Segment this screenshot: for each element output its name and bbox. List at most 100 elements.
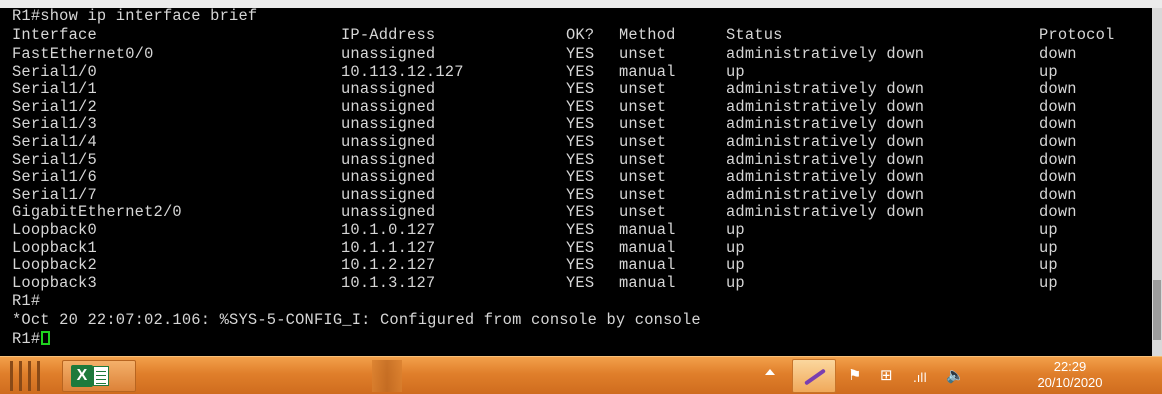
cell-method: manual bbox=[619, 62, 676, 81]
log-message: *Oct 20 22:07:02.106: %SYS-5-CONFIG_I: C… bbox=[12, 311, 701, 329]
cell-status: administratively down bbox=[726, 150, 925, 169]
cell-ok: YES bbox=[566, 150, 595, 169]
taskbar-grip[interactable] bbox=[6, 361, 48, 391]
cell-protocol: up bbox=[1039, 273, 1058, 292]
cell-protocol: down bbox=[1039, 115, 1077, 134]
cell-interface: Serial1/6 bbox=[12, 168, 97, 187]
terminal-scrollbar[interactable] bbox=[1152, 8, 1162, 356]
cell-ok: YES bbox=[566, 256, 595, 275]
cell-method: unset bbox=[619, 45, 667, 63]
cell-ok: YES bbox=[566, 45, 595, 63]
excel-icon: X bbox=[71, 365, 93, 387]
cell-interface: Loopback3 bbox=[12, 273, 97, 292]
cell-ip-address: 10.1.3.127 bbox=[341, 273, 436, 292]
signal-bars-icon[interactable]: .ıll bbox=[913, 369, 927, 387]
cell-ip-address: unassigned bbox=[341, 115, 436, 134]
pen-tray-button[interactable] bbox=[792, 359, 836, 393]
cell-ok: YES bbox=[566, 97, 595, 116]
text-cursor bbox=[41, 331, 51, 345]
cell-protocol: up bbox=[1039, 62, 1058, 81]
cell-protocol: down bbox=[1039, 97, 1077, 116]
cell-ok: YES bbox=[566, 238, 595, 257]
cell-ok: YES bbox=[566, 168, 595, 187]
cell-interface: GigabitEthernet2/0 bbox=[12, 203, 182, 222]
taskbar: X ⚑ ⊞ .ıll 🔈 22:29 20/10/2020 bbox=[0, 356, 1162, 394]
cell-ip-address: 10.1.2.127 bbox=[341, 256, 436, 275]
cell-protocol: down bbox=[1039, 185, 1077, 204]
cell-interface: Serial1/5 bbox=[12, 150, 97, 169]
cell-protocol: down bbox=[1039, 150, 1077, 169]
table-row: Loopback1 10.1.1.127 YES manual up up bbox=[0, 238, 1152, 257]
taskbar-clock[interactable]: 22:29 20/10/2020 bbox=[1020, 359, 1120, 391]
terminal-window[interactable]: R1#show ip interface brief Interface IP-… bbox=[0, 8, 1152, 356]
cell-status: administratively down bbox=[726, 45, 925, 63]
header-protocol: Protocol bbox=[1039, 26, 1115, 44]
cell-protocol: up bbox=[1039, 221, 1058, 239]
cell-ip-address: unassigned bbox=[341, 45, 436, 63]
cell-protocol: down bbox=[1039, 80, 1077, 99]
cell-status: up bbox=[726, 273, 745, 292]
cell-interface: Serial1/2 bbox=[12, 97, 97, 116]
network-icon[interactable]: ⊞ bbox=[880, 366, 893, 384]
cell-status: administratively down bbox=[726, 80, 925, 99]
cell-ok: YES bbox=[566, 273, 595, 292]
header-method: Method bbox=[619, 26, 676, 44]
cell-ok: YES bbox=[566, 221, 595, 239]
cell-ip-address: 10.113.12.127 bbox=[341, 62, 464, 81]
cell-ok: YES bbox=[566, 185, 595, 204]
header-ip-address: IP-Address bbox=[341, 26, 436, 44]
spreadsheet-icon bbox=[93, 366, 109, 386]
table-row: Serial1/2 unassigned YES unset administrativ… bbox=[0, 97, 1152, 116]
cell-protocol: up bbox=[1039, 238, 1058, 257]
action-center-flag-icon[interactable]: ⚑ bbox=[848, 366, 861, 384]
cell-protocol: down bbox=[1039, 203, 1077, 222]
cell-method: manual bbox=[619, 221, 676, 239]
table-row: Serial1/3 unassigned YES unset administrativ… bbox=[0, 116, 1152, 133]
header-interface: Interface bbox=[12, 26, 97, 44]
window-top-edge bbox=[0, 0, 1162, 8]
prompt-text: R1# bbox=[12, 292, 41, 310]
table-row: Serial1/6 unassigned YES unset administrativ… bbox=[0, 169, 1152, 186]
cell-ip-address: 10.1.0.127 bbox=[341, 221, 436, 239]
cell-status: administratively down bbox=[726, 203, 925, 222]
cell-status: up bbox=[726, 256, 745, 275]
table-row: Loopback3 10.1.3.127 YES manual up up bbox=[0, 273, 1152, 292]
table-row: Serial1/7 unassigned YES unset administrativ… bbox=[0, 185, 1152, 204]
header-status: Status bbox=[726, 26, 783, 44]
cell-method: unset bbox=[619, 80, 667, 99]
excel-taskbar-button[interactable]: X bbox=[62, 360, 136, 392]
cell-ip-address: unassigned bbox=[341, 150, 436, 169]
cell-method: manual bbox=[619, 256, 676, 275]
cell-interface: Loopback0 bbox=[12, 221, 97, 239]
table-row: Serial1/4 unassigned YES unset administrativ… bbox=[0, 134, 1152, 151]
cell-protocol: down bbox=[1039, 133, 1077, 151]
scrollbar-thumb[interactable] bbox=[1153, 280, 1161, 340]
cell-ip-address: unassigned bbox=[341, 80, 436, 99]
cell-interface: Serial1/7 bbox=[12, 185, 97, 204]
show-hidden-icons-arrow[interactable] bbox=[765, 369, 775, 375]
cell-ip-address: unassigned bbox=[341, 203, 436, 222]
cell-status: up bbox=[726, 221, 745, 239]
log-message-line: *Oct 20 22:07:02.106: %SYS-5-CONFIG_I: C… bbox=[0, 312, 1152, 329]
cell-interface: FastEthernet0/0 bbox=[12, 45, 154, 63]
cell-method: unset bbox=[619, 168, 667, 187]
speaker-icon[interactable]: 🔈 bbox=[946, 366, 965, 384]
cell-ip-address: 10.1.1.127 bbox=[341, 238, 436, 257]
cell-ip-address: unassigned bbox=[341, 185, 436, 204]
cell-method: unset bbox=[619, 185, 667, 204]
command-text: R1#show ip interface brief bbox=[12, 8, 258, 25]
cell-method: manual bbox=[619, 273, 676, 292]
cell-status: administratively down bbox=[726, 168, 925, 187]
cell-ok: YES bbox=[566, 80, 595, 99]
table-row: Serial1/1 unassigned YES unset administrativ… bbox=[0, 81, 1152, 98]
final-prompt-line[interactable]: R1# bbox=[0, 331, 1152, 348]
cell-interface: Serial1/1 bbox=[12, 80, 97, 99]
table-row: Serial1/0 10.113.12.127 YES manual up up bbox=[0, 62, 1152, 81]
command-line: R1#show ip interface brief bbox=[0, 8, 1152, 25]
cell-status: up bbox=[726, 62, 745, 81]
final-prompt[interactable]: R1# bbox=[12, 331, 51, 348]
table-row: FastEthernet0/0 unassigned YES unset adminis… bbox=[0, 46, 1152, 63]
cell-status: administratively down bbox=[726, 97, 925, 116]
table-row: Serial1/5 unassigned YES unset administrativ… bbox=[0, 150, 1152, 169]
header-ok: OK? bbox=[566, 26, 595, 44]
